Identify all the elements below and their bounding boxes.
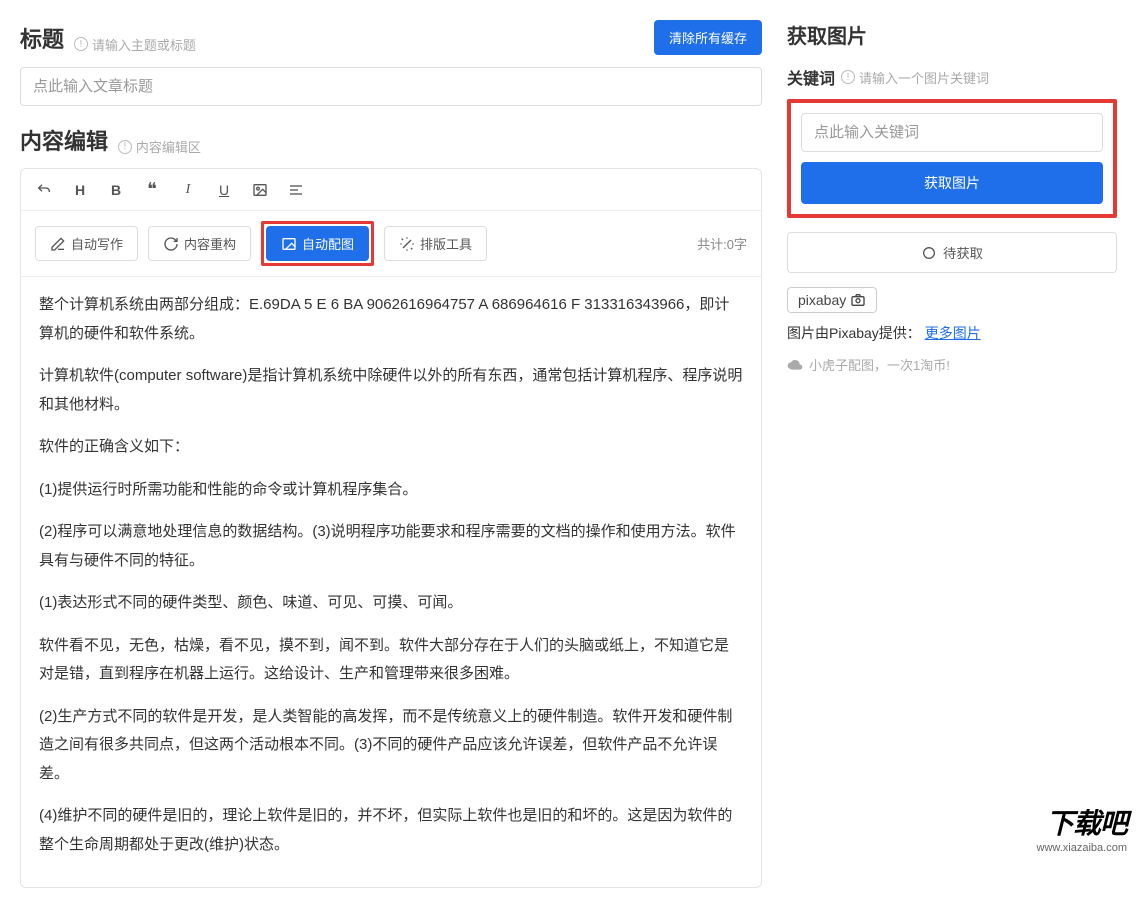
content-body[interactable]: 整个计算机系统由两部分组成：E.69DA 5 E 6 BA 9062616964… <box>21 277 761 887</box>
format-toolbar: H B ❝ I U <box>21 169 761 211</box>
layout-tool-button[interactable]: 排版工具 <box>384 226 487 261</box>
paragraph: 计算机软件(computer software)是指计算机系统中除硬件以外的所有… <box>39 362 743 419</box>
paragraph: (1)提供运行时所需功能和性能的命令或计算机程序集合。 <box>39 476 743 505</box>
title-label: 标题 <box>20 27 64 52</box>
keyword-highlight-box: 获取图片 <box>787 99 1117 218</box>
info-icon: ! <box>841 70 855 84</box>
info-icon: ! <box>74 37 88 51</box>
auto-image-button[interactable]: 自动配图 <box>266 226 369 261</box>
info-icon: ! <box>118 140 132 154</box>
more-images-link[interactable]: 更多图片 <box>925 325 981 341</box>
watermark: 下载吧 www.xiazaiba.com <box>1037 802 1127 854</box>
title-header: 标题 ! 请输入主题或标题 清除所有缓存 <box>20 20 762 55</box>
clear-cache-button[interactable]: 清除所有缓存 <box>654 20 762 55</box>
refresh-icon <box>163 236 179 252</box>
circle-icon <box>921 245 937 261</box>
picture-icon <box>281 236 297 252</box>
paragraph: 软件的正确含义如下： <box>39 433 743 462</box>
paragraph: (4)维护不同的硬件是旧的，理论上软件是旧的，并不坏，但实际上软件也是旧的和坏的… <box>39 802 743 859</box>
title-hint: ! 请输入主题或标题 <box>74 35 196 54</box>
content-header: 内容编辑 ! 内容编辑区 <box>20 124 762 156</box>
undo-icon[interactable] <box>35 182 53 198</box>
pending-button[interactable]: 待获取 <box>787 232 1117 273</box>
auto-write-button[interactable]: 自动写作 <box>35 226 138 261</box>
cloud-icon <box>787 357 803 373</box>
restructure-button[interactable]: 内容重构 <box>148 226 251 261</box>
content-hint: ! 内容编辑区 <box>118 137 201 156</box>
italic-icon[interactable]: I <box>179 182 197 198</box>
provider-line: 图片由Pixabay提供： 更多图片 <box>787 323 1117 343</box>
paragraph: 软件看不见，无色，枯燥，看不见，摸不到，闻不到。软件大部分存在于人们的头脑或纸上… <box>39 632 743 689</box>
camera-icon <box>850 292 866 308</box>
bold-icon[interactable]: B <box>107 182 125 198</box>
pencil-icon <box>50 236 66 252</box>
auto-image-highlight: 自动配图 <box>261 221 374 266</box>
paragraph: (2)程序可以满意地处理信息的数据结构。(3)说明程序功能要求和程序需要的文档的… <box>39 518 743 575</box>
align-icon[interactable] <box>287 182 305 198</box>
action-toolbar: 自动写作 内容重构 自动配图 排版工具 <box>21 211 761 277</box>
heading-icon[interactable]: H <box>71 182 89 198</box>
wand-icon <box>399 236 415 252</box>
get-image-button[interactable]: 获取图片 <box>801 162 1103 204</box>
image-icon[interactable] <box>251 182 269 198</box>
word-count: 共计:0字 <box>697 234 747 253</box>
paragraph: (2)生产方式不同的软件是开发，是人类智能的高发挥，而不是传统意义上的硬件制造。… <box>39 703 743 789</box>
get-image-title: 获取图片 <box>787 20 1117 49</box>
underline-icon[interactable]: U <box>215 182 233 198</box>
paragraph: (1)表达形式不同的硬件类型、颜色、味道、可见、可摸、可闻。 <box>39 589 743 618</box>
keyword-label-row: 关键词 ! 请输入一个图片关键词 <box>787 65 1117 89</box>
article-title-input[interactable] <box>20 67 762 106</box>
keyword-input[interactable] <box>801 113 1103 152</box>
footer-hint: 小虎子配图，一次1淘币! <box>787 355 1117 374</box>
keyword-hint: ! 请输入一个图片关键词 <box>841 68 989 87</box>
editor-card: H B ❝ I U 自动写作 内容重构 <box>20 168 762 888</box>
paragraph: 整个计算机系统由两部分组成：E.69DA 5 E 6 BA 9062616964… <box>39 291 743 348</box>
quote-icon[interactable]: ❝ <box>143 179 161 200</box>
content-label: 内容编辑 <box>20 129 108 154</box>
pixabay-badge: pixabay <box>787 287 877 313</box>
